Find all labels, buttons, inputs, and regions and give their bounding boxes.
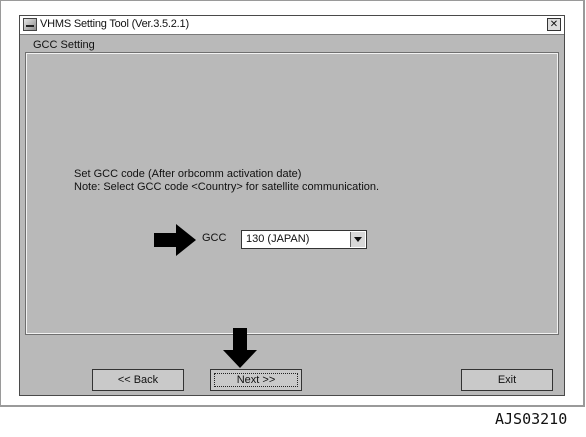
setting-window: VHMS Setting Tool (Ver.3.5.2.1) ✕ GCC Se…	[19, 15, 565, 396]
gcc-selected-value: 130 (JAPAN)	[246, 233, 310, 245]
back-button[interactable]: << Back	[92, 369, 184, 391]
group-label: GCC Setting	[30, 39, 98, 51]
instruction-line-1: Set GCC code (After orbcomm activation d…	[74, 168, 302, 180]
instruction-line-2: Note: Select GCC code <Country> for sate…	[74, 181, 380, 193]
figure-frame: VHMS Setting Tool (Ver.3.5.2.1) ✕ GCC Se…	[0, 0, 585, 407]
chevron-down-icon[interactable]	[350, 232, 365, 247]
window-title: VHMS Setting Tool (Ver.3.5.2.1)	[40, 18, 189, 30]
title-bar: VHMS Setting Tool (Ver.3.5.2.1) ✕	[20, 16, 564, 35]
gcc-setting-group	[25, 52, 559, 335]
gcc-label: GCC	[202, 232, 227, 244]
focus-rect	[214, 373, 298, 387]
close-icon[interactable]: ✕	[547, 18, 561, 31]
gcc-code-select[interactable]: 130 (JAPAN)	[241, 230, 367, 249]
exit-button[interactable]: Exit	[461, 369, 553, 391]
app-icon	[23, 18, 37, 31]
next-button[interactable]: Next >>	[210, 369, 302, 391]
arrow-down-icon	[223, 328, 257, 368]
arrow-right-icon	[154, 224, 196, 256]
figure-id-label: AJS03210	[495, 410, 568, 428]
